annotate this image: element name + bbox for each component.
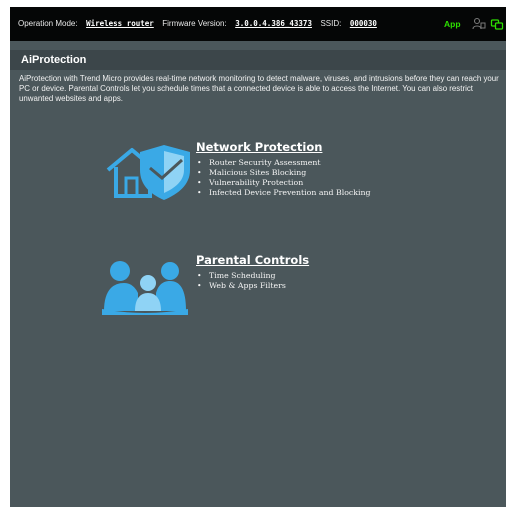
page-title: AiProtection bbox=[21, 54, 87, 66]
operation-mode-label: Operation Mode: bbox=[18, 19, 78, 28]
network-protection-list: • Router Security Assessment • Malicious S… bbox=[197, 158, 371, 198]
firmware-version-link[interactable]: 3.0.0.4.386_43373 bbox=[235, 19, 312, 28]
firmware-label: Firmware Version: bbox=[162, 19, 227, 28]
person-icon[interactable] bbox=[472, 17, 486, 31]
top-status-bar: Operation Mode: Wireless router Firmware… bbox=[10, 7, 506, 41]
parental-controls-list: • Time Scheduling • Web & Apps Filters bbox=[197, 271, 286, 291]
list-item: • Router Security Assessment bbox=[197, 158, 321, 167]
page-description: AiProtection with Trend Micro provides r… bbox=[19, 74, 499, 103]
family-icon[interactable] bbox=[100, 259, 190, 315]
app-link[interactable]: App bbox=[444, 19, 461, 29]
list-item: • Vulnerability Protection bbox=[197, 178, 304, 187]
operation-mode-link[interactable]: Wireless router bbox=[86, 19, 154, 28]
list-item: • Malicious Sites Blocking bbox=[197, 168, 307, 177]
usb-icon[interactable] bbox=[490, 17, 504, 31]
list-item: • Web & Apps Filters bbox=[197, 281, 286, 290]
house-shield-icon[interactable] bbox=[104, 140, 194, 202]
network-protection-link[interactable]: Network Protection bbox=[196, 140, 322, 154]
parental-controls-link[interactable]: Parental Controls bbox=[196, 253, 309, 267]
ssid-link[interactable]: 000030 bbox=[350, 19, 377, 28]
list-item: • Time Scheduling bbox=[197, 271, 276, 280]
ssid-label: SSID: bbox=[320, 19, 342, 28]
status-line: Operation Mode: Wireless router Firmware… bbox=[18, 19, 377, 28]
list-item: • Infected Device Prevention and Blocking bbox=[197, 188, 371, 197]
main-frame: Operation Mode: Wireless router Firmware… bbox=[10, 7, 506, 507]
page-title-row: AiProtection bbox=[10, 50, 506, 70]
